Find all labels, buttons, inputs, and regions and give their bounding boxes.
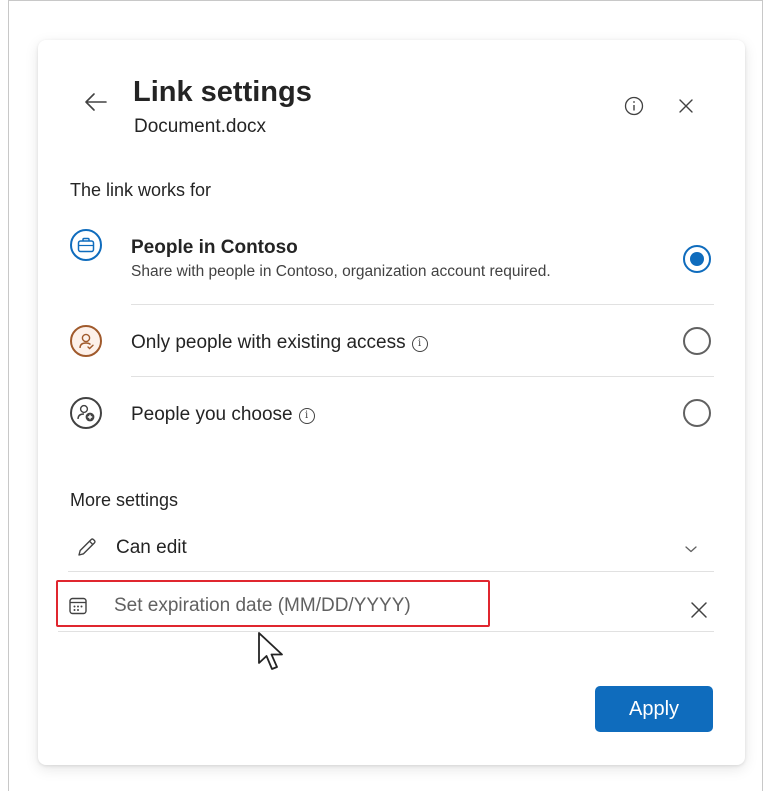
close-button[interactable] <box>672 92 700 120</box>
option-title: People you choose <box>131 404 293 425</box>
mouse-pointer-icon <box>258 632 283 670</box>
radio-people-in-contoso[interactable] <box>683 245 711 273</box>
clear-expiration-button[interactable] <box>684 595 714 625</box>
divider <box>58 631 714 632</box>
person-add-icon <box>70 397 102 429</box>
back-button[interactable] <box>78 84 114 120</box>
info-icon[interactable]: i <box>411 336 428 352</box>
divider <box>131 304 714 305</box>
divider <box>68 571 714 572</box>
document-name: Document.docx <box>134 116 267 137</box>
arrow-left-icon <box>85 93 107 111</box>
close-icon <box>679 99 693 113</box>
permission-dropdown[interactable]: Can edit <box>68 528 718 572</box>
option-label: Only people with existing access i <box>131 332 428 354</box>
option-people-you-choose[interactable]: People you choose i <box>68 378 718 450</box>
option-title: People in Contoso <box>131 237 298 258</box>
option-people-in-contoso[interactable]: People in Contoso Share with people in C… <box>68 220 718 304</box>
more-settings-heading: More settings <box>70 490 179 510</box>
divider <box>131 376 714 377</box>
briefcase-icon <box>70 229 102 261</box>
close-icon <box>691 602 707 618</box>
highlight-box <box>56 580 490 627</box>
permission-label: Can edit <box>116 537 187 558</box>
link-settings-dialog: Link settings Document.docx The link wor… <box>38 40 745 765</box>
pencil-icon <box>78 538 96 556</box>
apply-button[interactable]: Apply <box>595 686 713 732</box>
radio-people-you-choose[interactable] <box>683 399 711 427</box>
option-title: Only people with existing access <box>131 332 406 353</box>
option-description: Share with people in Contoso, organizati… <box>131 263 551 280</box>
option-label: People you choose i <box>131 404 315 426</box>
info-icon <box>624 96 644 116</box>
radio-existing-access[interactable] <box>683 327 711 355</box>
dialog-title: Link settings <box>133 76 312 108</box>
person-check-icon <box>70 325 102 357</box>
option-existing-access[interactable]: Only people with existing access i <box>68 306 718 376</box>
info-icon[interactable]: i <box>298 408 315 424</box>
link-works-for-heading: The link works for <box>70 180 212 200</box>
chevron-down-icon <box>685 546 697 553</box>
info-button[interactable] <box>620 92 648 120</box>
